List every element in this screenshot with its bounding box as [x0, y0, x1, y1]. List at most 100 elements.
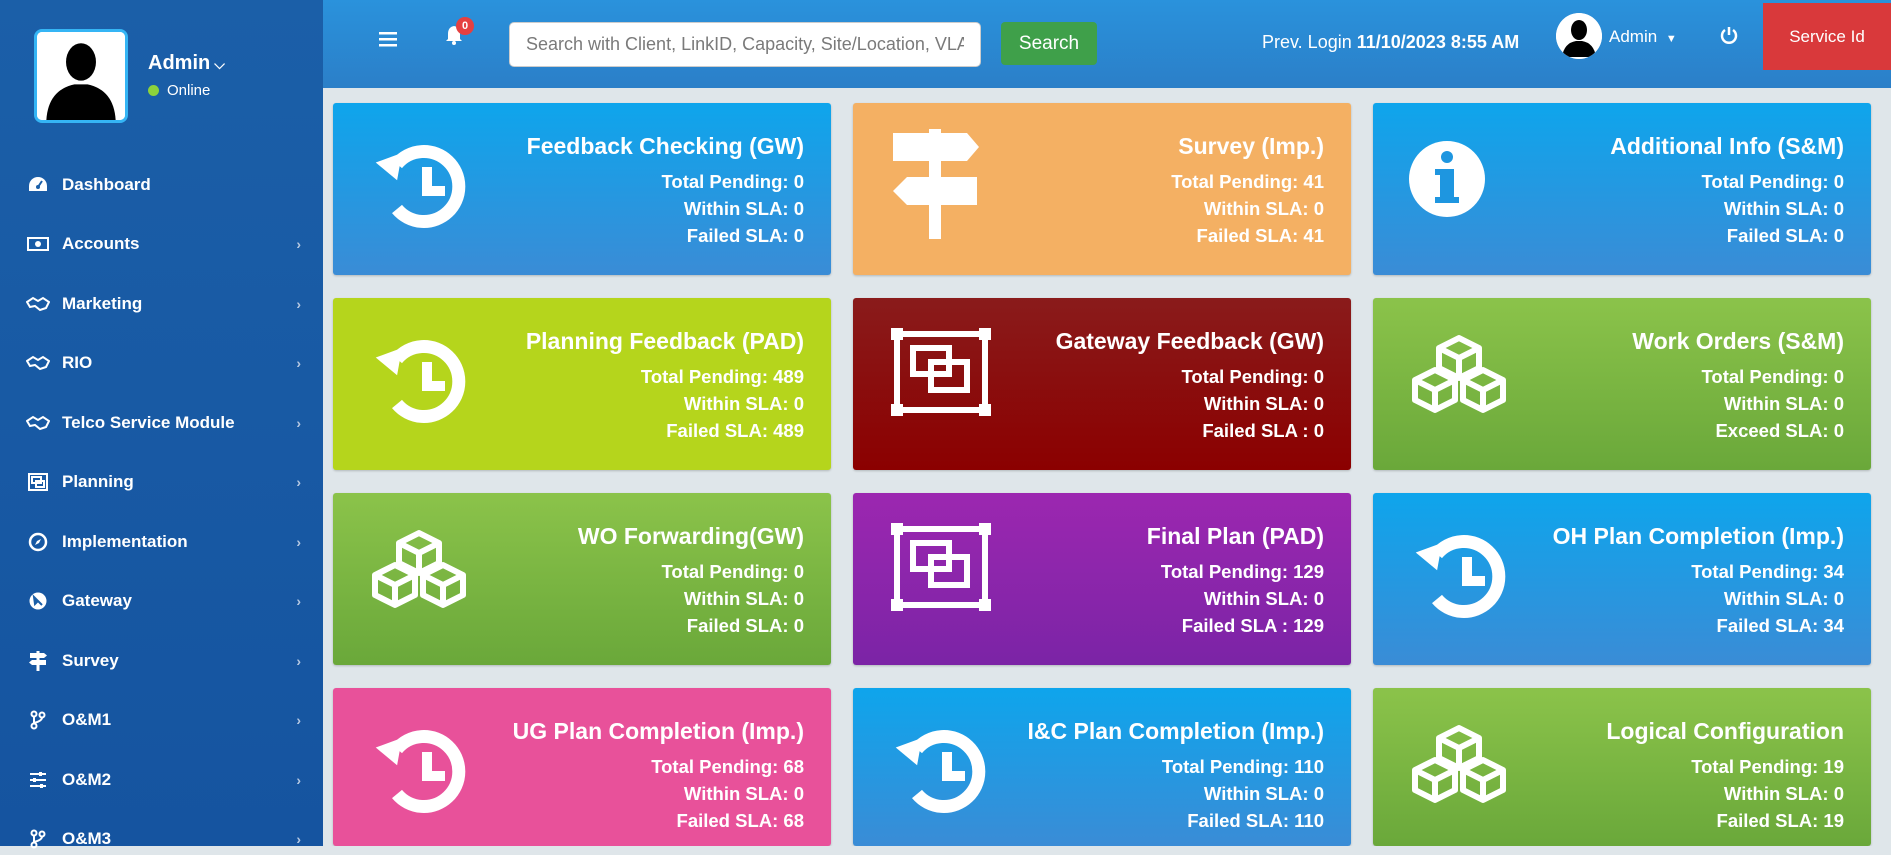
card-title: Feedback Checking (GW): [526, 133, 804, 159]
sidebar-item-accounts[interactable]: Accounts ›: [0, 215, 323, 275]
card-ug-plan-completion-imp[interactable]: UG Plan Completion (Imp.) Total Pending:…: [333, 688, 831, 846]
card-within-sla: Within SLA: 0: [683, 783, 804, 804]
card-gateway-feedback-gw[interactable]: Gateway Feedback (GW) Total Pending: 0 W…: [853, 298, 1351, 470]
card-total-pending: Total Pending: 34: [1691, 561, 1844, 582]
user-menu[interactable]: Admin ▼: [1609, 27, 1677, 47]
card-logical-configuration[interactable]: Logical Configuration Total Pending: 19 …: [1373, 688, 1871, 846]
chevron-right-icon: ›: [296, 712, 301, 729]
sidebar-item-om3[interactable]: O&M3 ›: [0, 810, 323, 855]
chevron-right-icon: ›: [296, 831, 301, 848]
online-dot-icon: [148, 85, 159, 96]
card-within-sla: Within SLA: 0: [1203, 393, 1324, 414]
sidebar-item-label: O&M3: [62, 829, 112, 849]
card-title: OH Plan Completion (Imp.): [1552, 523, 1844, 549]
card-ic-plan-completion-imp[interactable]: I&C Plan Completion (Imp.) Total Pending…: [853, 688, 1351, 846]
branch-icon: [26, 827, 50, 851]
card-work-orders-sm[interactable]: Work Orders (S&M) Total Pending: 0 Withi…: [1373, 298, 1871, 470]
search-button[interactable]: Search: [1001, 22, 1097, 65]
card-failed-sla: Failed SLA: 68: [676, 810, 804, 831]
card-failed-sla: Failed SLA : 129: [1181, 615, 1324, 636]
card-planning-feedback-pad[interactable]: Planning Feedback (PAD) Total Pending: 4…: [333, 298, 831, 470]
prev-login: Prev. Login 11/10/2023 8:55 AM: [1262, 32, 1519, 53]
card-within-sla: Within SLA: 0: [1723, 588, 1844, 609]
sidebar-item-om1[interactable]: O&M1 ›: [0, 691, 323, 751]
card-survey-imp[interactable]: Survey (Imp.) Total Pending: 41 Within S…: [853, 103, 1351, 275]
signpost-icon: [26, 649, 50, 673]
sidebar-item-gateway[interactable]: Gateway ›: [0, 572, 323, 632]
card-total-pending: Total Pending: 41: [1171, 171, 1324, 192]
history-icon: [1415, 535, 1506, 618]
power-icon[interactable]: [1719, 25, 1739, 51]
card-oh-plan-completion-imp[interactable]: OH Plan Completion (Imp.) Total Pending:…: [1373, 493, 1871, 665]
card-within-sla: Within SLA: 0: [1203, 783, 1324, 804]
handshake-icon: [26, 292, 50, 316]
service-id-button[interactable]: Service Id: [1763, 3, 1891, 70]
card-within-sla: Within SLA: 0: [1723, 393, 1844, 414]
cubes-icon: [1412, 335, 1506, 413]
hamburger-menu-icon[interactable]: [379, 26, 397, 54]
card-failed-sla: Failed SLA: 0: [686, 615, 804, 636]
chevron-right-icon: ›: [296, 474, 301, 491]
sliders-icon: [26, 768, 50, 792]
card-within-sla: Within SLA: 0: [683, 588, 804, 609]
info-icon: [1409, 141, 1485, 217]
card-within-sla: Within SLA: 0: [1723, 198, 1844, 219]
card-total-pending: Total Pending: 68: [651, 756, 804, 777]
chevron-right-icon: ›: [296, 236, 301, 253]
cubes-icon: [1412, 725, 1506, 803]
sidebar-item-survey[interactable]: Survey ›: [0, 631, 323, 691]
card-title: Work Orders (S&M): [1632, 328, 1844, 354]
user-status-label: Online: [167, 82, 211, 99]
card-failed-sla: Failed SLA : 0: [1202, 420, 1324, 441]
sidebar-item-om2[interactable]: O&M2 ›: [0, 750, 323, 810]
card-additional-info-sm[interactable]: Additional Info (S&M) Total Pending: 0 W…: [1373, 103, 1871, 275]
sidebar-item-implementation[interactable]: Implementation ›: [0, 512, 323, 572]
card-failed-sla: Failed SLA: 41: [1196, 225, 1324, 246]
sidebar-item-dashboard[interactable]: Dashboard: [0, 155, 323, 215]
avatar[interactable]: [1556, 13, 1602, 59]
money-icon: [26, 232, 50, 256]
card-failed-sla: Failed SLA: 110: [1187, 810, 1324, 831]
sidebar-item-label: Marketing: [62, 293, 143, 313]
compass-icon: [26, 530, 50, 554]
card-title: Gateway Feedback (GW): [1055, 328, 1324, 354]
card-within-sla: Within SLA: 0: [1203, 198, 1324, 219]
card-title: I&C Plan Completion (Imp.): [1027, 718, 1324, 744]
chevron-right-icon: ›: [296, 771, 301, 788]
sidebar-item-telco-service-module[interactable]: Telco Service Module ›: [0, 393, 323, 453]
card-title: UG Plan Completion (Imp.): [512, 718, 804, 744]
card-failed-sla: Failed SLA: 19: [1716, 810, 1844, 831]
card-wo-forwarding-gw[interactable]: WO Forwarding(GW) Total Pending: 0 Withi…: [333, 493, 831, 665]
page-footer-strip: [323, 846, 1891, 855]
card-final-plan-pad[interactable]: Final Plan (PAD) Total Pending: 129 With…: [853, 493, 1351, 665]
sidebar-item-marketing[interactable]: Marketing ›: [0, 274, 323, 334]
history-icon: [895, 730, 986, 813]
card-title: Planning Feedback (PAD): [525, 328, 804, 354]
card-total-pending: Total Pending: 0: [1181, 366, 1324, 387]
sidebar-item-label: O&M1: [62, 710, 112, 730]
prev-login-label: Prev. Login: [1262, 32, 1352, 52]
card-exceed-sla: Exceed SLA: 0: [1715, 420, 1844, 441]
branch-icon: [26, 708, 50, 732]
topbar: 0 Search Prev. Login 11/10/2023 8:55 AM …: [323, 0, 1891, 88]
sidebar-item-label: O&M2: [62, 769, 112, 789]
card-title: Additional Info (S&M): [1610, 133, 1844, 159]
chevron-right-icon: ›: [296, 533, 301, 550]
card-failed-sla: Failed SLA: 0: [1726, 225, 1844, 246]
sidebar-item-rio[interactable]: RIO ›: [0, 334, 323, 394]
user-name[interactable]: Admin ⌵: [148, 52, 225, 75]
card-total-pending: Total Pending: 0: [1701, 366, 1844, 387]
user-silhouette-icon: [1556, 13, 1602, 59]
cubes-icon: [372, 530, 466, 608]
card-feedback-checking-gw[interactable]: Feedback Checking (GW) Total Pending: 0 …: [333, 103, 831, 275]
card-total-pending: Total Pending: 110: [1161, 756, 1324, 777]
chevron-right-icon: ›: [296, 414, 301, 431]
search-input[interactable]: [509, 22, 981, 67]
user-status: Online: [148, 82, 210, 99]
card-failed-sla: Failed SLA: 0: [686, 225, 804, 246]
history-icon: [375, 730, 466, 813]
card-within-sla: Within SLA: 0: [1203, 588, 1324, 609]
card-total-pending: Total Pending: 19: [1691, 756, 1844, 777]
sidebar-item-label: Gateway: [62, 591, 132, 611]
sidebar-item-planning[interactable]: Planning ›: [0, 453, 323, 513]
